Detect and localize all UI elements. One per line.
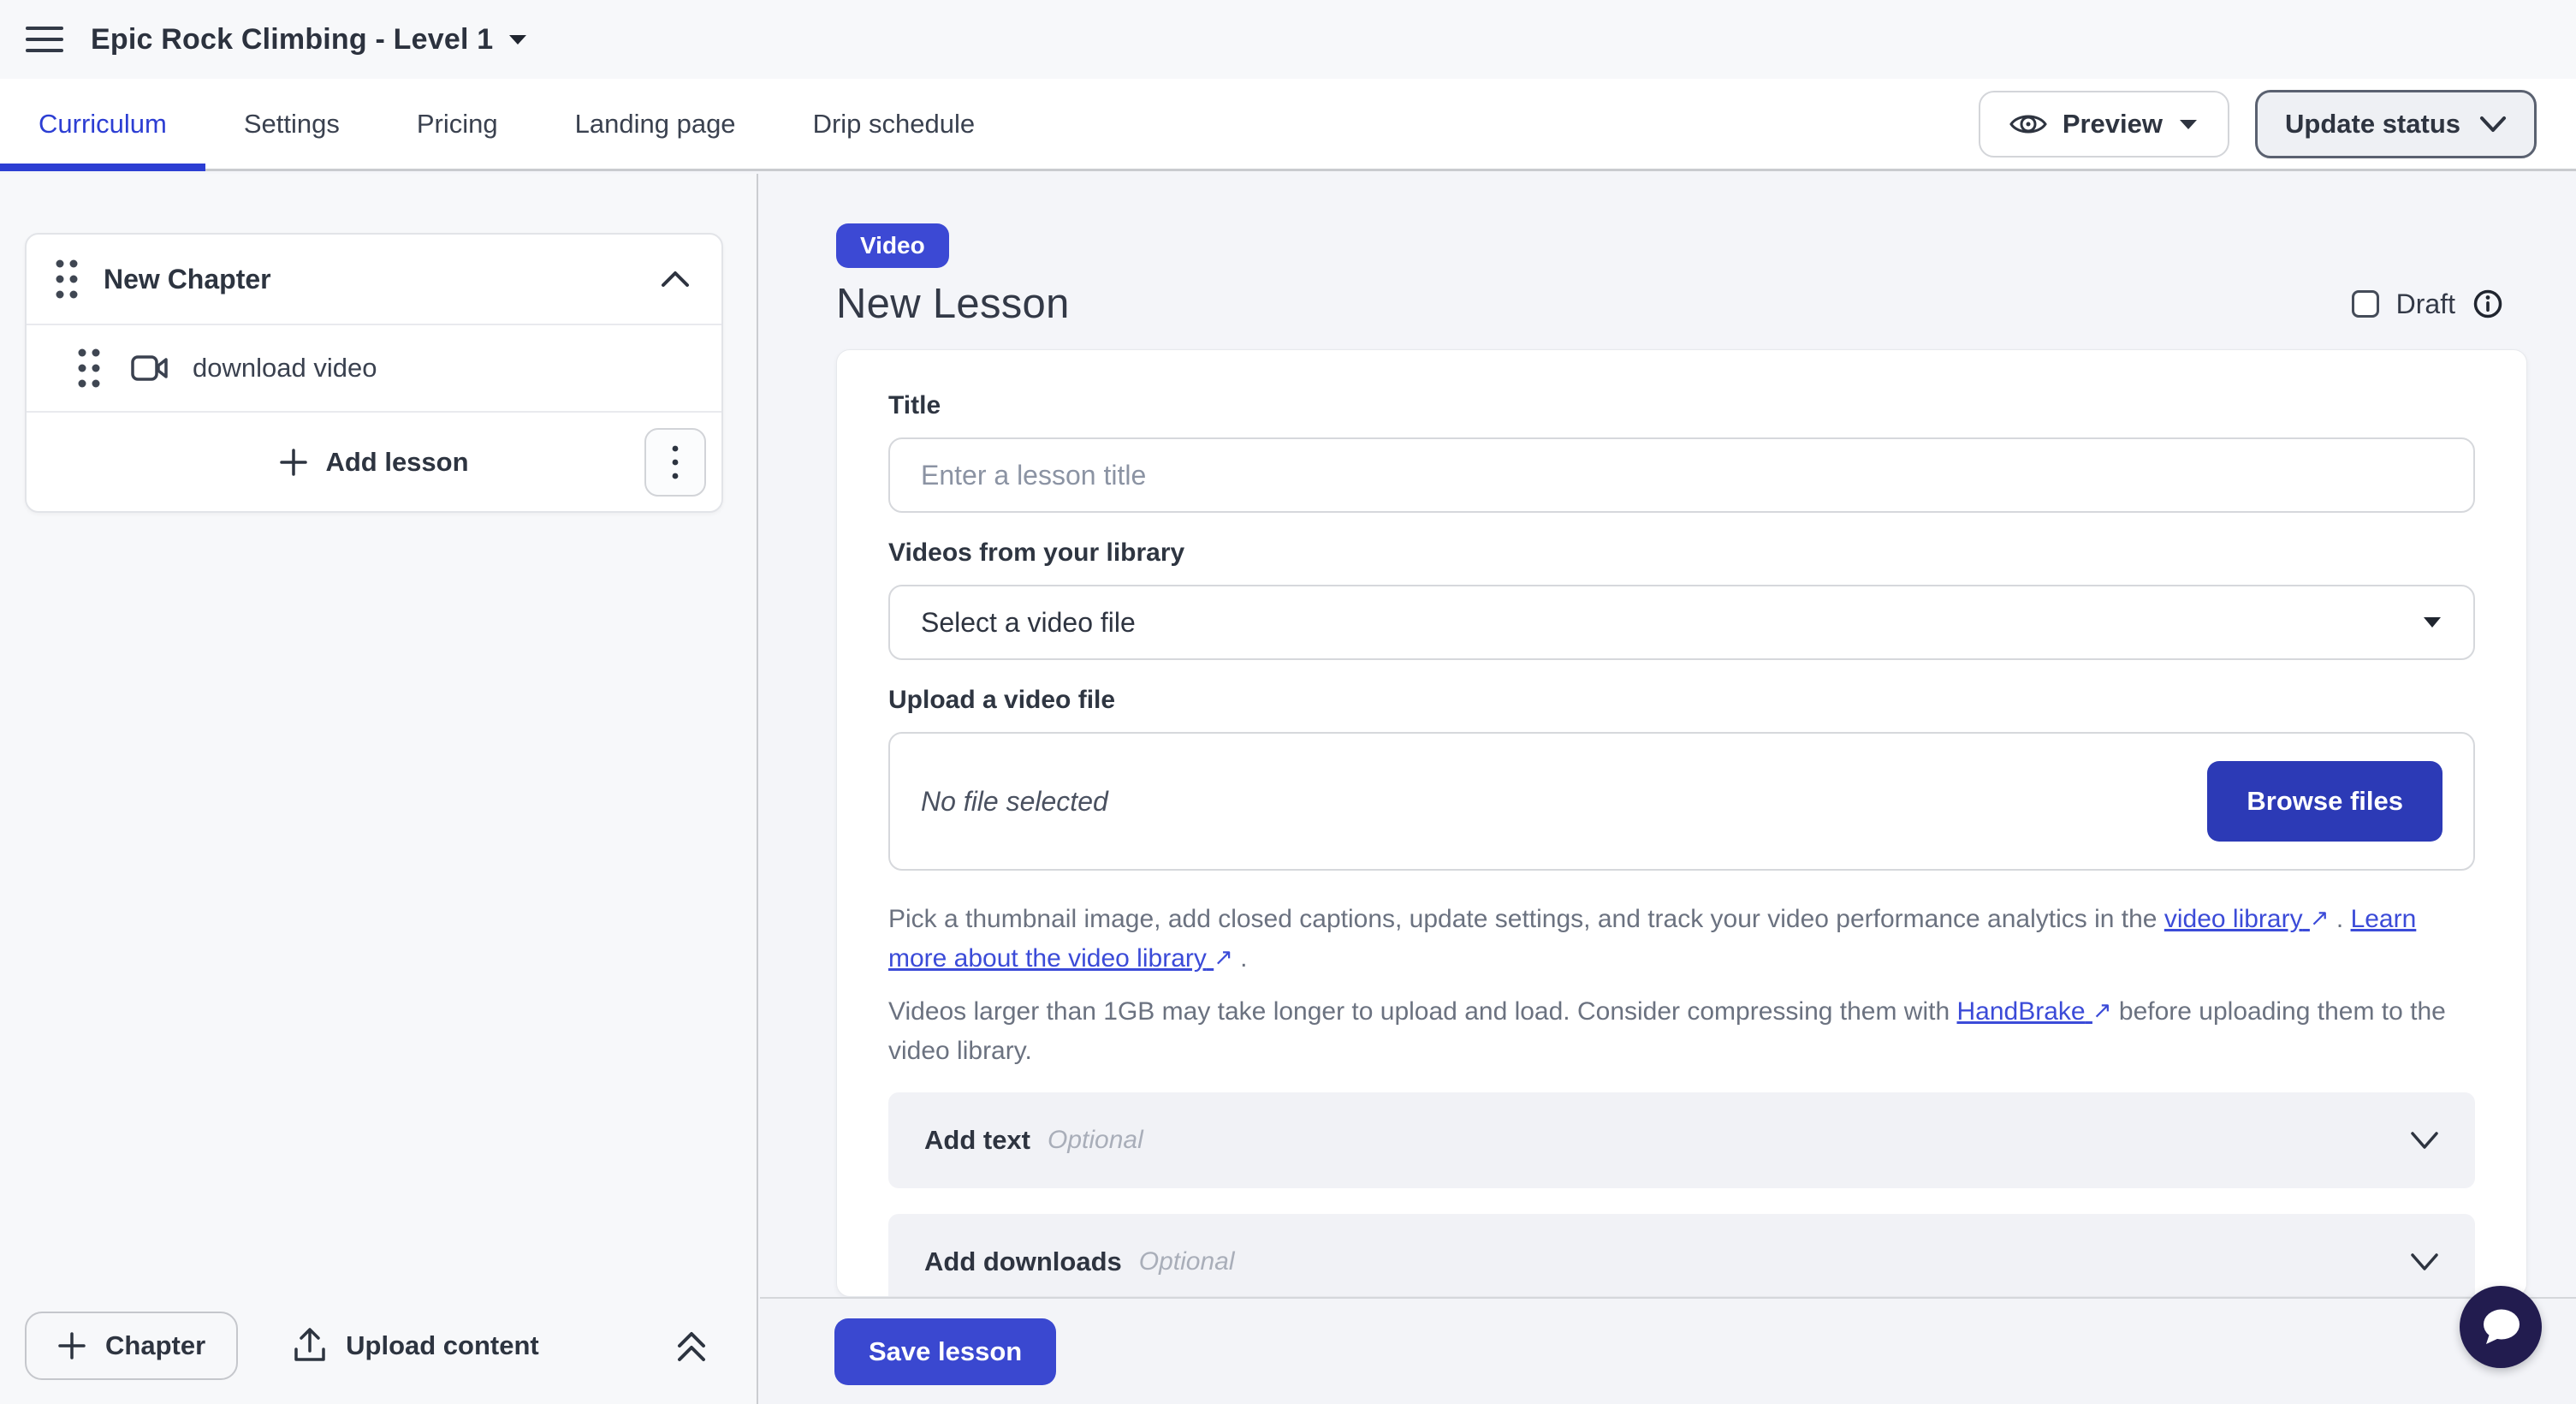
lesson-item-label: download video xyxy=(193,353,377,384)
tab-landing-page[interactable]: Landing page xyxy=(537,79,775,169)
chevron-up-icon[interactable] xyxy=(660,270,691,289)
course-title[interactable]: Epic Rock Climbing - Level 1 xyxy=(91,23,493,57)
eye-icon xyxy=(2009,110,2047,138)
help-text: . xyxy=(2330,905,2351,933)
compression-help-text: Videos larger than 1GB may take longer t… xyxy=(888,992,2475,1070)
optional-label: Optional xyxy=(1048,1126,1143,1155)
upload-icon xyxy=(293,1327,327,1365)
plus-icon xyxy=(279,448,308,477)
draft-control: Draft xyxy=(2352,289,2503,320)
drag-handle-icon[interactable] xyxy=(52,255,81,303)
collapse-all-button[interactable] xyxy=(674,1327,709,1365)
plus-icon xyxy=(57,1331,86,1360)
save-footer: Save lesson xyxy=(760,1297,2576,1404)
lesson-title-input[interactable] xyxy=(888,437,2475,513)
video-upload-dropzone[interactable]: No file selected Browse files xyxy=(888,732,2475,871)
help-text: Videos larger than 1GB may take longer t… xyxy=(888,997,1957,1026)
no-file-text: No file selected xyxy=(921,786,1108,818)
title-field-label: Title xyxy=(888,391,2475,420)
video-library-select-value: Select a video file xyxy=(921,607,1136,639)
chapter-header[interactable]: New Chapter xyxy=(27,235,721,325)
caret-down-icon xyxy=(507,32,529,47)
lesson-item-download-video[interactable]: download video xyxy=(27,325,721,413)
video-camera-icon xyxy=(131,354,169,382)
kebab-menu-icon xyxy=(671,444,680,480)
chapter-card: New Chapter download video Add lesson xyxy=(25,233,723,513)
drag-handle-icon[interactable] xyxy=(74,344,104,392)
add-text-panel[interactable]: Add text Optional xyxy=(888,1092,2475,1188)
help-text: Pick a thumbnail image, add closed capti… xyxy=(888,905,2164,933)
tabs: Curriculum Settings Pricing Landing page… xyxy=(0,79,1013,169)
update-status-button[interactable]: Update status xyxy=(2255,90,2537,158)
add-chapter-label: Chapter xyxy=(105,1330,205,1361)
lesson-type-badge: Video xyxy=(836,223,949,268)
handbrake-link[interactable]: HandBrake ↗ xyxy=(1957,997,2112,1026)
caret-down-icon xyxy=(2178,117,2199,131)
tab-drip-schedule[interactable]: Drip schedule xyxy=(775,79,1014,169)
tab-settings[interactable]: Settings xyxy=(205,79,378,169)
external-link-icon: ↗ xyxy=(2092,991,2112,1030)
external-link-icon: ↗ xyxy=(1214,938,1233,977)
lesson-editor-main: Video New Lesson Draft Title Videos from… xyxy=(760,174,2576,1404)
top-bar: Epic Rock Climbing - Level 1 xyxy=(0,0,2576,79)
library-field-label: Videos from your library xyxy=(888,538,2475,568)
update-status-label: Update status xyxy=(2285,109,2460,140)
select-caret-icon xyxy=(2422,616,2442,629)
chevron-down-icon xyxy=(2479,116,2507,133)
upload-content-button[interactable]: Upload content xyxy=(293,1327,539,1365)
curriculum-sidebar: New Chapter download video Add lesson xyxy=(0,174,758,1404)
help-text: . xyxy=(1233,944,1248,973)
save-lesson-button[interactable]: Save lesson xyxy=(834,1318,1056,1385)
video-library-help-text: Pick a thumbnail image, add closed capti… xyxy=(888,900,2475,979)
add-text-label: Add text xyxy=(924,1125,1030,1156)
chevron-down-icon xyxy=(2410,1252,2439,1271)
page-title: New Lesson xyxy=(836,280,1070,328)
lesson-form-card: Title Videos from your library Select a … xyxy=(836,349,2527,1297)
add-chapter-button[interactable]: Chapter xyxy=(25,1312,238,1380)
chapter-title: New Chapter xyxy=(104,264,271,295)
preview-button[interactable]: Preview xyxy=(1979,91,2229,158)
lesson-header: Video New Lesson Draft xyxy=(836,223,2503,328)
external-link-icon: ↗ xyxy=(2310,899,2330,937)
video-library-select[interactable]: Select a video file xyxy=(888,585,2475,660)
chat-bubble-icon xyxy=(2478,1306,2523,1347)
draft-label: Draft xyxy=(2396,289,2455,320)
add-downloads-label: Add downloads xyxy=(924,1246,1122,1277)
chevron-down-icon xyxy=(2410,1131,2439,1150)
chat-widget-button[interactable] xyxy=(2460,1286,2542,1368)
tab-curriculum[interactable]: Curriculum xyxy=(0,79,205,169)
tab-pricing[interactable]: Pricing xyxy=(378,79,537,169)
info-icon[interactable] xyxy=(2472,289,2503,319)
add-lesson-button[interactable]: Add lesson xyxy=(279,447,468,478)
chapter-footer: Add lesson xyxy=(27,413,721,511)
tabbar-actions: Preview Update status xyxy=(1979,79,2576,169)
chapter-options-button[interactable] xyxy=(644,428,706,497)
optional-label: Optional xyxy=(1139,1247,1235,1276)
video-library-link[interactable]: video library ↗ xyxy=(2164,905,2330,933)
lesson-editor-app: Epic Rock Climbing - Level 1 Curriculum … xyxy=(0,0,2576,1404)
preview-label: Preview xyxy=(2063,109,2163,140)
add-downloads-panel[interactable]: Add downloads Optional xyxy=(888,1214,2475,1297)
upload-content-label: Upload content xyxy=(346,1330,539,1361)
upload-field-label: Upload a video file xyxy=(888,686,2475,715)
draft-checkbox[interactable] xyxy=(2352,290,2379,318)
add-lesson-label: Add lesson xyxy=(325,447,468,478)
sidebar-bottom-bar: Chapter Upload content xyxy=(25,1312,709,1380)
browse-files-button[interactable]: Browse files xyxy=(2207,761,2442,842)
double-chevron-up-icon xyxy=(674,1327,709,1365)
hamburger-menu-icon[interactable] xyxy=(26,21,63,58)
tab-bar: Curriculum Settings Pricing Landing page… xyxy=(0,79,2576,171)
